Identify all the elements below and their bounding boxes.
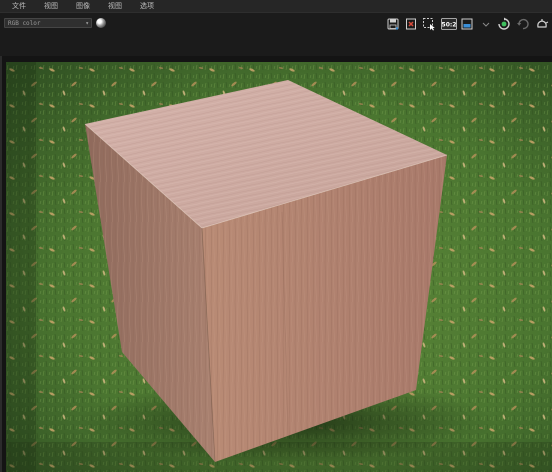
resolution-label: 50:2 xyxy=(442,22,457,29)
redo-button[interactable] xyxy=(535,17,549,31)
resolution-button[interactable]: 50:2 xyxy=(441,17,457,31)
close-image-button[interactable] xyxy=(404,17,418,31)
menu-image[interactable]: 图像 xyxy=(76,0,90,12)
save-icon xyxy=(387,18,399,30)
channel-select[interactable]: RGB color ▾ xyxy=(4,18,92,28)
menu-view[interactable]: 视图 xyxy=(108,0,122,12)
crop-select-button[interactable] xyxy=(422,17,436,31)
undo-button[interactable] xyxy=(516,17,530,31)
close-image-icon xyxy=(406,18,416,30)
viewport-left-edge xyxy=(0,56,2,472)
menu-options[interactable]: 选项 xyxy=(140,0,154,12)
menu-bar: 文件 视图 图像 视图 选项 xyxy=(0,0,552,12)
toolbar: RGB color ▾ 50:2 xyxy=(0,12,552,57)
resolution-icon: 50:2 xyxy=(441,18,457,30)
chevron-down-icon: ▾ xyxy=(85,20,89,27)
undo-icon xyxy=(517,18,529,30)
crop-select-icon xyxy=(423,18,435,31)
options-dropdown[interactable] xyxy=(480,17,492,31)
render-viewport[interactable] xyxy=(6,62,552,472)
channel-select-value: RGB color xyxy=(8,20,41,27)
render-image xyxy=(6,62,552,472)
menu-file[interactable]: 文件 xyxy=(12,0,26,12)
display-button[interactable] xyxy=(460,17,474,31)
add-layer-button[interactable] xyxy=(497,17,511,31)
add-layer-icon xyxy=(498,17,510,30)
dropdown-icon xyxy=(482,22,490,27)
menu-edit[interactable]: 视图 xyxy=(44,0,58,12)
save-button[interactable] xyxy=(386,17,400,31)
redo-icon xyxy=(537,19,549,28)
material-sphere-icon[interactable] xyxy=(96,18,106,28)
display-icon xyxy=(461,18,473,30)
